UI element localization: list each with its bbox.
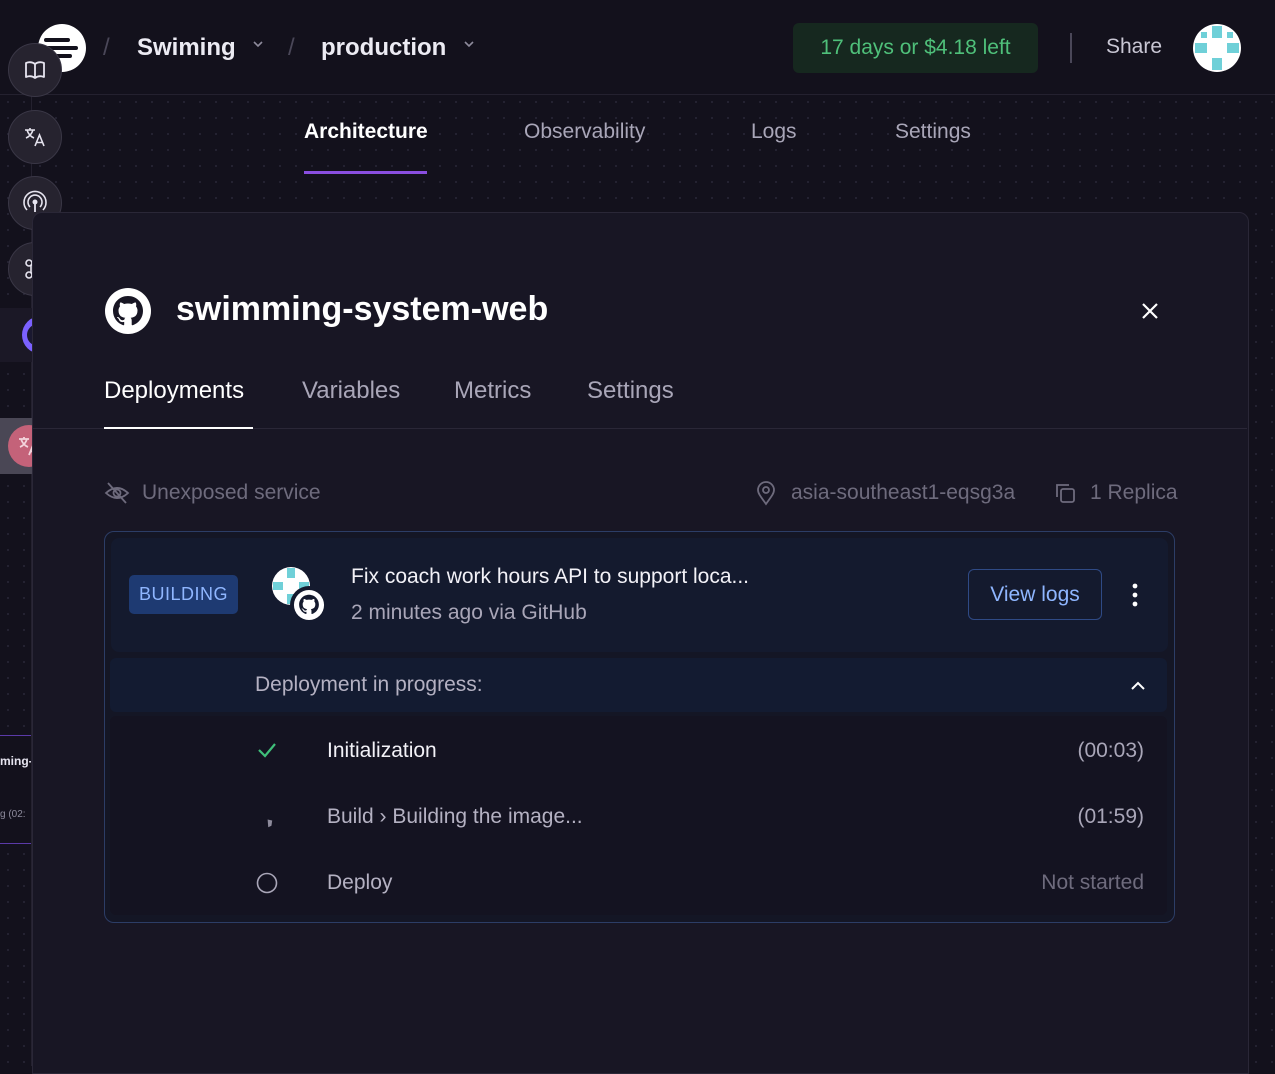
region-info[interactable]: asia-southeast1-eqsg3a: [753, 480, 1015, 506]
spinner-icon: [267, 819, 273, 828]
active-tab-indicator: [104, 427, 253, 429]
eye-off-icon: [104, 482, 130, 504]
tab-deployments[interactable]: Deployments: [104, 377, 244, 405]
user-avatar[interactable]: [1193, 24, 1241, 72]
more-options-icon[interactable]: [1126, 582, 1144, 608]
commit-meta: 2 minutes ago via GitHub: [351, 601, 587, 624]
exposure-label: Unexposed service: [142, 481, 321, 504]
active-tab-indicator: [304, 171, 427, 174]
replica-label: 1 Replica: [1090, 481, 1178, 504]
tab-service-settings[interactable]: Settings: [587, 377, 674, 405]
commit-message[interactable]: Fix coach work hours API to support loca…: [351, 565, 749, 589]
project-name[interactable]: Swiming: [137, 34, 236, 62]
tab-variables[interactable]: Variables: [302, 377, 400, 405]
step-name: Initialization: [327, 739, 437, 762]
node-status-fragment: g (02:: [0, 809, 26, 820]
tab-settings[interactable]: Settings: [895, 120, 971, 144]
step-name: Build › Building the image...: [327, 805, 583, 828]
close-icon[interactable]: [1138, 299, 1162, 323]
exposure-status[interactable]: Unexposed service: [104, 480, 321, 506]
map-pin-icon: [757, 481, 775, 506]
breadcrumb-separator: /: [288, 34, 295, 61]
tab-observability[interactable]: Observability: [524, 120, 645, 144]
service-node-partial[interactable]: ming- g (02:: [0, 735, 31, 844]
divider: [1070, 33, 1072, 63]
chevron-up-icon[interactable]: [1128, 676, 1148, 696]
tab-metrics[interactable]: Metrics: [454, 377, 531, 405]
step-time: (00:03): [1077, 739, 1144, 762]
breadcrumb-separator: /: [103, 34, 110, 61]
translate-icon[interactable]: [8, 110, 62, 164]
chevron-down-icon[interactable]: [252, 38, 264, 50]
step-name: Deploy: [327, 871, 393, 894]
top-bar: / Swiming / production 17 days or $4.18 …: [0, 0, 1275, 95]
github-icon: [290, 586, 328, 624]
tab-architecture[interactable]: Architecture: [304, 120, 428, 144]
status-badge: BUILDING: [129, 575, 238, 614]
progress-label: Deployment in progress:: [255, 673, 483, 696]
replica-info[interactable]: 1 Replica: [1052, 480, 1178, 506]
node-title-fragment: ming-: [0, 754, 31, 768]
check-icon: [258, 743, 276, 758]
github-icon: [105, 288, 151, 334]
trial-badge[interactable]: 17 days or $4.18 left: [793, 23, 1038, 73]
chevron-down-icon[interactable]: [463, 38, 475, 50]
pending-circle-icon: [256, 872, 278, 894]
step-time: Not started: [1041, 871, 1144, 894]
service-name: swimming-system-web: [176, 290, 549, 328]
copy-icon: [1056, 484, 1075, 503]
step-time: (01:59): [1077, 805, 1144, 828]
tab-logs[interactable]: Logs: [751, 120, 797, 144]
view-logs-button[interactable]: View logs: [968, 569, 1102, 620]
book-icon[interactable]: [8, 43, 62, 97]
environment-name[interactable]: production: [321, 34, 446, 62]
region-label: asia-southeast1-eqsg3a: [791, 481, 1016, 504]
share-button[interactable]: Share: [1106, 35, 1162, 59]
